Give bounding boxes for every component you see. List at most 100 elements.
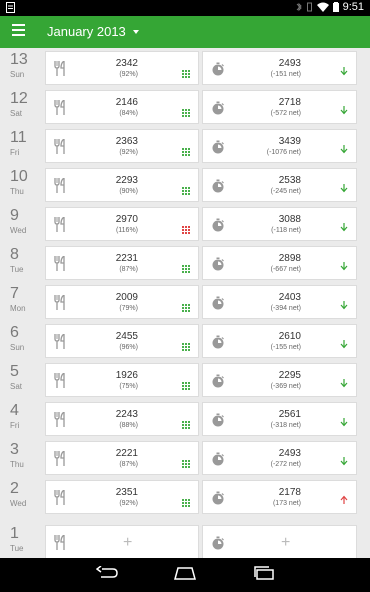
status-bar: 9:51 — [0, 0, 370, 16]
home-icon[interactable] — [174, 566, 196, 580]
app-bar: January 2013 — [0, 16, 370, 48]
day-row: 9 Wed 2970 (116%) 3088 (-118 net) — [0, 207, 370, 241]
exercise-card[interactable]: 2403 (-394 net) — [202, 285, 357, 319]
exercise-calories: 2718 — [278, 97, 301, 108]
exercise-card[interactable]: 2295 (-369 net) — [202, 363, 357, 397]
food-calories: 2455 — [115, 331, 138, 342]
arrow-down-icon — [340, 414, 348, 427]
grid-icon — [182, 338, 190, 351]
grid-icon — [182, 143, 190, 156]
stopwatch-icon — [211, 179, 225, 193]
fork-knife-icon — [54, 293, 66, 310]
food-card[interactable]: 1926 (75%) — [45, 363, 199, 397]
exercise-calories: 2898 — [278, 253, 301, 264]
clock: 9:51 — [342, 1, 364, 13]
back-icon[interactable] — [96, 566, 118, 580]
exercise-card[interactable]: 2898 (-667 net) — [202, 246, 357, 280]
food-card[interactable]: 2293 (90%) — [45, 168, 199, 202]
exercise-card[interactable]: 2561 (-318 net) — [202, 402, 357, 436]
food-percent: (75%) — [119, 383, 138, 390]
fork-knife-icon — [54, 410, 66, 427]
date-label: 7 Mon — [10, 285, 44, 314]
fork-knife-icon — [54, 449, 66, 466]
day-of-week: Mon — [10, 304, 26, 313]
food-card[interactable]: 2009 (79%) — [45, 285, 199, 319]
food-calories: 2146 — [115, 97, 138, 108]
food-card[interactable]: 2342 (92%) — [45, 51, 199, 85]
date-number: 5 — [10, 363, 19, 380]
food-card[interactable]: + — [45, 525, 199, 559]
stopwatch-icon — [211, 413, 225, 427]
net-calories: (-118 net) — [271, 227, 301, 234]
month-selector[interactable]: January 2013 — [47, 24, 126, 39]
day-row: 13 Sun 2342 (92%) 2493 (-151 net) — [0, 51, 370, 85]
food-card[interactable]: 2970 (116%) — [45, 207, 199, 241]
day-of-week: Fri — [10, 421, 20, 430]
recents-icon[interactable] — [254, 566, 274, 580]
day-row: 2 Wed 2351 (92%) 2178 (173 net) — [0, 480, 370, 514]
grid-icon — [182, 221, 190, 234]
net-calories: (-369 net) — [270, 383, 301, 390]
exercise-card[interactable]: + — [202, 525, 357, 559]
day-of-week: Thu — [10, 187, 24, 196]
date-label: 3 Thu — [10, 441, 44, 470]
fork-knife-icon — [54, 254, 66, 271]
net-calories: (-151 net) — [270, 71, 301, 78]
day-of-week: Tue — [10, 265, 24, 274]
exercise-card[interactable]: 3439 (-1076 net) — [202, 129, 357, 163]
menu-icon[interactable] — [12, 24, 30, 40]
net-calories: (-245 net) — [270, 188, 301, 195]
food-card[interactable]: 2231 (87%) — [45, 246, 199, 280]
grid-icon — [182, 455, 190, 468]
dropdown-caret-icon[interactable] — [133, 30, 139, 34]
exercise-card[interactable]: 2178 (173 net) — [202, 480, 357, 514]
day-row: 11 Fri 2363 (92%) 3439 (-1076 net) — [0, 129, 370, 163]
stopwatch-icon — [211, 140, 225, 154]
date-number: 11 — [10, 129, 27, 146]
food-card[interactable]: 2351 (92%) — [45, 480, 199, 514]
day-row: 12 Sat 2146 (84%) 2718 (-572 net) — [0, 90, 370, 124]
date-label: 9 Wed — [10, 207, 44, 236]
bluetooth-icon — [296, 2, 302, 12]
exercise-card[interactable]: 2538 (-245 net) — [202, 168, 357, 202]
food-calories: 2342 — [115, 58, 138, 69]
navigation-bar — [0, 558, 370, 592]
exercise-card[interactable]: 2493 (-151 net) — [202, 51, 357, 85]
food-card[interactable]: 2146 (84%) — [45, 90, 199, 124]
stopwatch-icon — [211, 296, 225, 310]
add-food-plus-icon[interactable]: + — [123, 534, 132, 552]
exercise-calories: 2561 — [278, 409, 301, 420]
food-card[interactable]: 2243 (88%) — [45, 402, 199, 436]
food-card[interactable]: 2221 (87%) — [45, 441, 199, 475]
exercise-card[interactable]: 3088 (-118 net) — [202, 207, 357, 241]
date-number: 1 — [10, 525, 19, 542]
arrow-down-icon — [340, 102, 348, 115]
exercise-card[interactable]: 2610 (-155 net) — [202, 324, 357, 358]
exercise-calories: 2493 — [278, 58, 301, 69]
exercise-card[interactable]: 2718 (-572 net) — [202, 90, 357, 124]
food-card[interactable]: 2363 (92%) — [45, 129, 199, 163]
date-label: 1 Tue — [10, 525, 44, 554]
stopwatch-icon — [211, 101, 225, 115]
exercise-calories: 2295 — [278, 370, 301, 381]
vibrate-icon — [306, 2, 312, 12]
day-row: 5 Sat 1926 (75%) 2295 (-369 net) — [0, 363, 370, 397]
food-card[interactable]: 2455 (96%) — [45, 324, 199, 358]
day-row: 1 Tue + + — [0, 525, 370, 559]
stopwatch-icon — [211, 218, 225, 232]
arrow-down-icon — [340, 258, 348, 271]
net-calories: (-318 net) — [270, 422, 301, 429]
net-calories: (173 net) — [272, 500, 301, 507]
stopwatch-icon — [211, 374, 225, 388]
arrow-down-icon — [340, 297, 348, 310]
fork-knife-icon — [54, 533, 66, 550]
date-number: 13 — [10, 51, 28, 68]
day-of-week: Wed — [10, 499, 27, 508]
exercise-calories: 2403 — [278, 292, 301, 303]
day-row: 8 Tue 2231 (87%) 2898 (-667 net) — [0, 246, 370, 280]
day-of-week: Thu — [10, 460, 24, 469]
grid-icon — [182, 416, 190, 429]
day-of-week: Wed — [10, 226, 27, 235]
exercise-card[interactable]: 2493 (-272 net) — [202, 441, 357, 475]
add-exercise-plus-icon[interactable]: + — [281, 534, 290, 552]
